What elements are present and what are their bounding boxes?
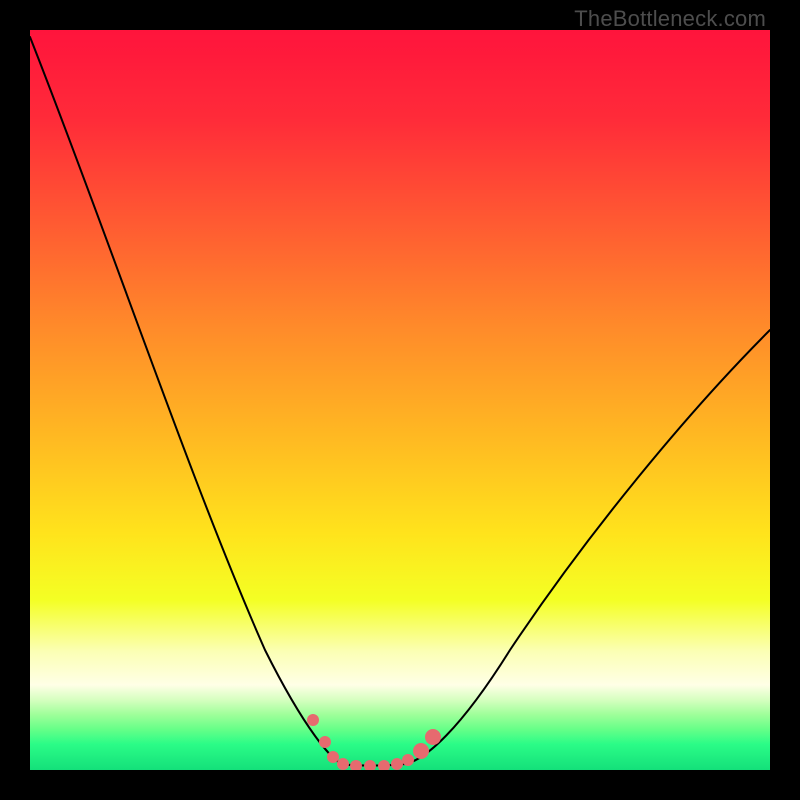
bottleneck-curve [30, 37, 770, 766]
outer-frame: TheBottleneck.com [0, 0, 800, 800]
curve-layer [30, 30, 770, 770]
plot-area [30, 30, 770, 770]
watermark-text: TheBottleneck.com [574, 6, 766, 32]
bottom-markers [307, 714, 441, 770]
